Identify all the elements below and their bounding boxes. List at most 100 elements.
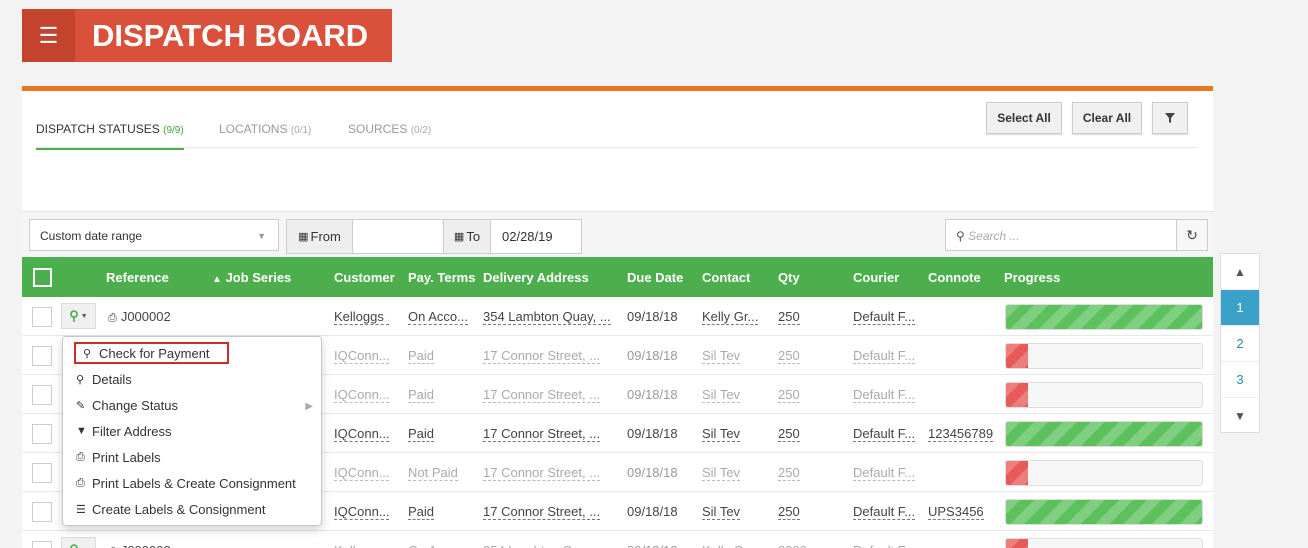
- page-2-button[interactable]: 2: [1221, 326, 1259, 362]
- col-qty[interactable]: Qty: [778, 270, 800, 285]
- cell-address[interactable]: 17 Connor Street, ...: [483, 426, 601, 442]
- cell-terms[interactable]: On Acco...: [408, 309, 468, 325]
- page-3-button[interactable]: 3: [1221, 362, 1259, 398]
- col-progress[interactable]: Progress: [1004, 270, 1060, 285]
- progress-fill: [1006, 422, 1202, 446]
- cell-address[interactable]: 17 Connor Street, ...: [483, 387, 601, 403]
- refresh-button[interactable]: ↻: [1176, 219, 1208, 251]
- table-row[interactable]: ⚲▼ ⎙J000008 Kelloggs ... On Acco... 354 Lamb…: [22, 531, 1213, 548]
- menu-item-filter-address[interactable]: ▼ Filter Address: [76, 420, 171, 442]
- clear-all-button[interactable]: Clear All: [1072, 102, 1142, 134]
- col-pay-terms[interactable]: Pay. Terms: [408, 270, 475, 285]
- funnel-icon: [1165, 113, 1175, 123]
- cell-address[interactable]: 17 Connor Street, ...: [483, 348, 601, 364]
- search-input[interactable]: ⚲ Search ...: [945, 219, 1177, 251]
- row-reference[interactable]: ⎙ J000002: [108, 309, 171, 325]
- row-actions-button[interactable]: ⚲▼: [61, 303, 96, 329]
- col-due-date[interactable]: Due Date: [627, 270, 683, 285]
- col-job-series[interactable]: ▲ Job Series: [212, 270, 291, 285]
- table-row[interactable]: ⚲▼ ⎙J000002 Kelloggs ... On Acco... 354 Lamb…: [22, 297, 1213, 336]
- col-courier[interactable]: Courier: [853, 270, 899, 285]
- menu-item-create-labels-consignment[interactable]: ☰ Create Labels & Consignment: [76, 498, 265, 520]
- cell-terms[interactable]: Paid: [408, 348, 435, 364]
- select-all-checkbox[interactable]: [33, 268, 52, 287]
- menu-item-details[interactable]: ⚲ Details: [76, 368, 132, 390]
- row-checkbox[interactable]: [32, 463, 52, 483]
- cell-customer[interactable]: IQConn...: [334, 426, 389, 442]
- cell-terms[interactable]: On Acco...: [408, 543, 468, 548]
- cell-contact[interactable]: Sil Tev: [702, 426, 741, 442]
- row-checkbox[interactable]: [32, 424, 52, 444]
- cell-customer[interactable]: IQConn...: [334, 348, 389, 364]
- cell-qty[interactable]: 250: [778, 387, 800, 403]
- filter-button[interactable]: [1152, 102, 1188, 134]
- row-checkbox[interactable]: [32, 541, 52, 548]
- cell-address[interactable]: 17 Connor Street, ...: [483, 465, 601, 481]
- tab-count: (9/9): [163, 125, 184, 136]
- cell-qty[interactable]: 250: [778, 348, 800, 364]
- tab-dispatch-statuses[interactable]: DISPATCH STATUSES (9/9): [36, 122, 184, 150]
- menu-item-check-for-payment[interactable]: ⚲ Check for Payment: [74, 342, 229, 364]
- col-connote[interactable]: Connote: [928, 270, 981, 285]
- col-reference[interactable]: Reference: [106, 270, 169, 285]
- cell-terms[interactable]: Paid: [408, 504, 435, 520]
- cell-qty[interactable]: 8000: [778, 543, 807, 548]
- row-checkbox[interactable]: [32, 346, 52, 366]
- cell-contact[interactable]: Kelly Gr...: [702, 543, 758, 548]
- cell-courier[interactable]: Default F...: [853, 504, 916, 520]
- progress-bar: [1005, 460, 1203, 486]
- row-reference[interactable]: ⎙J000008: [108, 543, 171, 548]
- cell-qty[interactable]: 250: [778, 465, 800, 481]
- page-down-button[interactable]: ▼: [1221, 398, 1259, 434]
- progress-bar: [1005, 343, 1203, 369]
- cell-customer[interactable]: Kelloggs ...: [334, 543, 389, 548]
- hamburger-icon[interactable]: ☰: [22, 9, 75, 62]
- page-1-button[interactable]: 1: [1221, 290, 1259, 326]
- cell-contact[interactable]: Sil Tev: [702, 387, 741, 403]
- cell-terms[interactable]: Paid: [408, 426, 435, 442]
- cell-connote[interactable]: UPS3456: [928, 504, 984, 520]
- cell-connote[interactable]: 123456789: [928, 426, 994, 442]
- cell-contact[interactable]: Sil Tev: [702, 504, 741, 520]
- col-customer[interactable]: Customer: [334, 270, 395, 285]
- col-contact[interactable]: Contact: [702, 270, 750, 285]
- cell-courier[interactable]: Default F...: [853, 387, 916, 403]
- cell-courier[interactable]: Default F...: [853, 426, 916, 442]
- row-checkbox[interactable]: [32, 307, 52, 327]
- menu-item-print-labels[interactable]: ⎙ Print Labels: [76, 446, 161, 468]
- cell-contact[interactable]: Sil Tev: [702, 348, 741, 364]
- to-date-input[interactable]: 02/28/19: [490, 219, 582, 254]
- progress-fill: [1006, 305, 1202, 329]
- cell-qty[interactable]: 250: [778, 504, 800, 520]
- col-delivery-address[interactable]: Delivery Address: [483, 270, 589, 285]
- cell-terms[interactable]: Not Paid: [408, 465, 458, 481]
- cell-courier[interactable]: Default F...: [853, 465, 916, 481]
- cell-customer[interactable]: IQConn...: [334, 387, 389, 403]
- cell-address[interactable]: 354 Lambton Quay, ...: [483, 543, 611, 548]
- row-checkbox[interactable]: [32, 502, 52, 522]
- cell-courier[interactable]: Default F...: [853, 348, 916, 364]
- menu-item-change-status[interactable]: ✎ Change Status: [76, 394, 178, 416]
- printer-icon: ⎙: [76, 450, 85, 463]
- tab-locations[interactable]: LOCATIONS (0/1): [219, 122, 311, 148]
- page-up-button[interactable]: ▲: [1221, 254, 1259, 290]
- select-all-button[interactable]: Select All: [986, 102, 1062, 134]
- cell-qty[interactable]: 250: [778, 426, 800, 442]
- cell-contact[interactable]: Kelly Gr...: [702, 309, 759, 325]
- cell-courier[interactable]: Default F...: [853, 309, 916, 325]
- cell-qty[interactable]: 250: [778, 309, 800, 325]
- from-date-input[interactable]: [352, 219, 444, 254]
- menu-item-print-labels-create-consignment[interactable]: ⎙ Print Labels & Create Consignment: [76, 472, 296, 494]
- cell-address[interactable]: 354 Lambton Quay, ...: [483, 309, 611, 325]
- row-actions-button[interactable]: ⚲▼: [61, 537, 96, 548]
- cell-customer[interactable]: IQConn...: [334, 504, 389, 520]
- tab-sources[interactable]: SOURCES (0/2): [348, 122, 431, 148]
- cell-customer[interactable]: Kelloggs ...: [334, 309, 389, 325]
- cell-customer[interactable]: IQConn...: [334, 465, 389, 481]
- cell-contact[interactable]: Sil Tev: [702, 465, 741, 481]
- cell-terms[interactable]: Paid: [408, 387, 435, 403]
- row-checkbox[interactable]: [32, 385, 52, 405]
- date-range-select[interactable]: Custom date range ▼: [29, 219, 279, 251]
- cell-courier[interactable]: Default F...: [853, 543, 915, 548]
- cell-address[interactable]: 17 Connor Street, ...: [483, 504, 601, 520]
